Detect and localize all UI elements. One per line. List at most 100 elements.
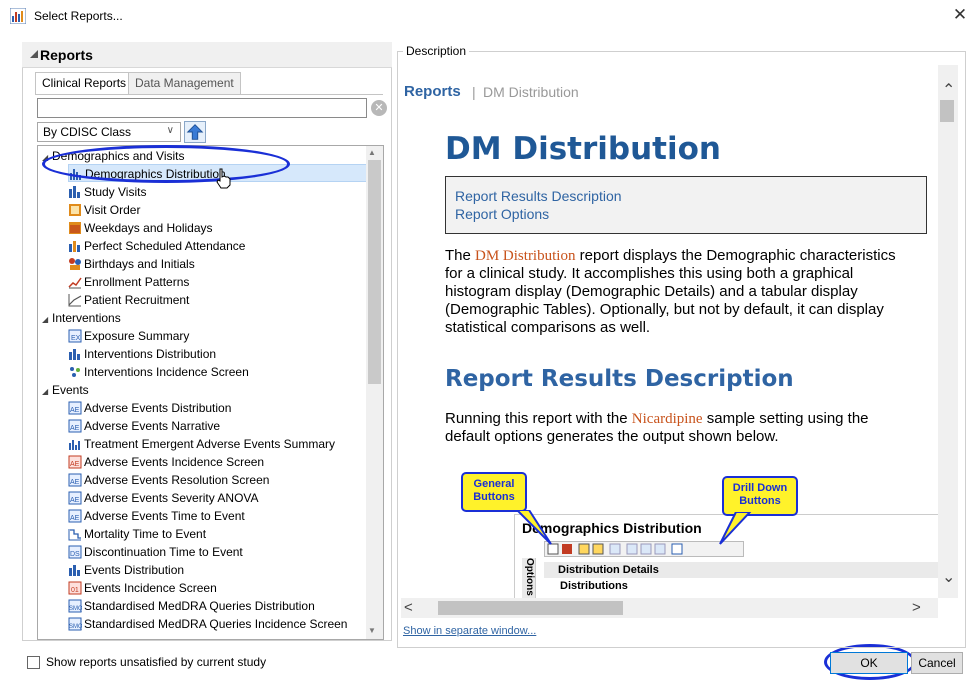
tree-group-interventions[interactable]: ◢ Interventions (42, 309, 121, 327)
document-vscroll-thumb[interactable] (940, 100, 954, 122)
tree-item-ae-time-to-event[interactable]: AE Adverse Events Time to Event (68, 507, 245, 525)
tree-item-ae-resolution[interactable]: AE Adverse Events Resolution Screen (68, 471, 269, 489)
preview-distribution-details: Distribution Details (544, 562, 938, 578)
smq-incidence-icon: SMQ (68, 617, 82, 631)
document-vscrollbar[interactable] (938, 65, 958, 598)
expanded-triangle-icon: ◢ (42, 387, 49, 396)
tree-item-discontinuation[interactable]: DS Discontinuation Time to Event (68, 543, 243, 561)
discontinuation-icon: DS (68, 545, 82, 559)
clear-search-icon[interactable]: ✕ (371, 100, 387, 116)
recruitment-icon (68, 294, 82, 307)
study-visits-icon (69, 186, 80, 198)
class-dropdown[interactable]: By CDISC Class ∨ (37, 122, 181, 142)
svg-text:AE: AE (70, 425, 80, 432)
tree-item-teae-summary[interactable]: Treatment Emergent Adverse Events Summar… (68, 435, 335, 453)
svg-text:AE: AE (70, 461, 80, 468)
scroll-down-icon[interactable]: ▼ (368, 626, 376, 635)
cancel-button[interactable]: Cancel (911, 652, 963, 674)
annotation-oval (42, 145, 290, 183)
scroll-up-icon[interactable]: ▲ (368, 148, 376, 157)
tab-divider (35, 94, 383, 95)
ae-distribution-icon: AE (68, 401, 82, 415)
tree-item-events-incidence[interactable]: 01 Events Incidence Screen (68, 579, 217, 597)
events-distribution-icon (69, 565, 80, 576)
ae-severity-icon: AE (68, 491, 82, 505)
chevron-down-icon: ∨ (166, 125, 174, 136)
section-title: Report Results Description (445, 366, 794, 392)
reports-title: Reports (40, 47, 93, 63)
running-paragraph: Running this report with the Nicardipine… (445, 410, 869, 445)
toc-link-options[interactable]: Report Options (455, 206, 549, 222)
callout-pointer (515, 510, 552, 545)
preview-distributions: Distributions (560, 580, 628, 592)
tab-data-management[interactable]: Data Management (128, 72, 241, 94)
attendance-icon (69, 241, 80, 252)
show-unsatisfied-checkbox[interactable] (27, 656, 40, 669)
document-hscroll-thumb[interactable] (438, 601, 623, 615)
smq-distribution-icon: SMQ (68, 599, 82, 613)
tree-item-interventions-incidence[interactable]: Interventions Incidence Screen (68, 363, 249, 381)
show-separate-window-link[interactable]: Show in separate window... (403, 625, 536, 637)
tree-item-smq-incidence[interactable]: SMQ Standardised MedDRA Queries Incidence… (68, 615, 347, 633)
title-bar (0, 0, 974, 32)
hand-cursor-icon (216, 168, 231, 189)
svg-text:AE: AE (70, 497, 80, 504)
tree-item-events-distribution[interactable]: Events Distribution (68, 561, 184, 579)
tree-item-exposure[interactable]: EX Exposure Summary (68, 327, 189, 345)
tree-item-mortality[interactable]: Mortality Time to Event (68, 525, 206, 543)
teae-summary-icon (69, 440, 80, 450)
tree-item-enrollment[interactable]: Enrollment Patterns (68, 273, 189, 291)
tree-item-visit-order[interactable]: Visit Order (68, 201, 140, 219)
report-tree: ◢ Demographics and Visits Demographics Di… (37, 145, 384, 640)
preview-toolbar (544, 541, 744, 557)
ok-button[interactable]: OK (830, 652, 908, 674)
class-dropdown-value: By CDISC Class (43, 125, 132, 139)
close-icon[interactable]: ✕ (949, 4, 971, 26)
scroll-left-icon[interactable]: < (404, 599, 413, 616)
scroll-down-icon[interactable]: ⌄ (942, 567, 955, 587)
svg-text:SMQ: SMQ (69, 624, 82, 630)
scroll-right-icon[interactable]: > (912, 599, 921, 616)
tab-clinical-reports[interactable]: Clinical Reports (35, 72, 134, 95)
tree-scroll-thumb[interactable] (368, 160, 381, 384)
ae-resolution-icon: AE (68, 473, 82, 487)
svg-text:AE: AE (70, 407, 80, 414)
tree-item-ae-incidence[interactable]: AE Adverse Events Incidence Screen (68, 453, 264, 471)
tree-item-birthdays[interactable]: Birthdays and Initials (68, 255, 195, 273)
tree-item-perfect-attendance[interactable]: Perfect Scheduled Attendance (68, 237, 245, 255)
description-label: Description (403, 44, 470, 58)
tree-item-study-visits[interactable]: Study Visits (68, 183, 146, 201)
search-input[interactable] (37, 98, 367, 118)
scroll-up-icon[interactable]: ⌃ (942, 80, 955, 100)
up-arrow-icon[interactable] (184, 121, 206, 143)
tree-item-recruitment[interactable]: Patient Recruitment (68, 291, 189, 309)
breadcrumb-root[interactable]: Reports (404, 83, 461, 100)
breadcrumb-page: DM Distribution (483, 84, 579, 100)
tree-item-ae-narrative[interactable]: AE Adverse Events Narrative (68, 417, 220, 435)
birthday-icon (69, 258, 81, 270)
page-title: DM Distribution (445, 131, 721, 167)
callout-general-buttons: General Buttons (461, 472, 527, 512)
calendar-icon (69, 222, 81, 234)
tree-item-ae-distribution[interactable]: AE Adverse Events Distribution (68, 399, 231, 417)
tree-item-smq-distribution[interactable]: SMQ Standardised MedDRA Queries Distribut… (68, 597, 315, 615)
exposure-icon: EX (68, 329, 82, 343)
highlight-term: Nicardipine (631, 411, 703, 427)
collapse-triangle-icon[interactable] (29, 49, 39, 59)
tree-group-events[interactable]: ◢ Events (42, 381, 89, 399)
ae-time-to-event-icon: AE (68, 509, 82, 523)
breadcrumb-separator: | (472, 84, 476, 100)
svg-text:DS: DS (70, 551, 80, 558)
tree-item-ae-severity[interactable]: AE Adverse Events Severity ANOVA (68, 489, 259, 507)
preview-options-tab: Options (522, 558, 536, 598)
visit-order-icon (69, 204, 81, 216)
ae-narrative-icon: AE (68, 419, 82, 433)
interventions-distribution-icon (69, 349, 80, 360)
callout-drill-down-buttons: Drill Down Buttons (722, 476, 798, 516)
svg-text:AE: AE (70, 479, 80, 486)
tree-item-weekdays[interactable]: Weekdays and Holidays (68, 219, 213, 237)
toc-box (445, 176, 927, 234)
tree-item-interventions-distribution[interactable]: Interventions Distribution (68, 345, 216, 363)
incidence-screen-icon (70, 367, 80, 377)
toc-link-results[interactable]: Report Results Description (455, 188, 622, 204)
